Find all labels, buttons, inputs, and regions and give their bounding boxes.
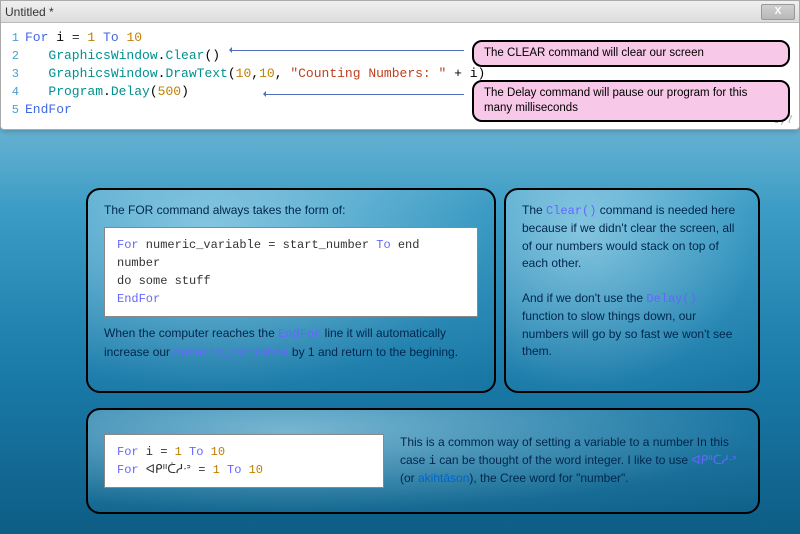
code-text: GraphicsWindow.DrawText(10,10, "Counting… xyxy=(25,65,485,83)
line-number: 1 xyxy=(1,29,25,47)
callout-clear: The CLEAR command will clear our screen xyxy=(472,40,790,67)
code-text: EndFor xyxy=(25,101,72,119)
code-example: For numeric_variable = start_number To e… xyxy=(104,227,478,317)
variable-explanation-panel: For i = 1 To 10 For ᐊᑭᐦᑖᓱᐧᐣ = 1 To 10 Th… xyxy=(86,408,760,514)
code-example: For i = 1 To 10 For ᐊᑭᐦᑖᓱᐧᐣ = 1 To 10 xyxy=(104,434,384,488)
line-number: 2 xyxy=(1,47,25,65)
window-title: Untitled * xyxy=(5,5,54,19)
line-number: 5 xyxy=(1,101,25,119)
panel-text: The FOR command always takes the form of… xyxy=(104,202,478,219)
code-text: Program.Delay(500) xyxy=(25,83,189,101)
panel-text: This is a common way of setting a variab… xyxy=(400,434,742,487)
line-number: 4 xyxy=(1,83,25,101)
titlebar: Untitled * X xyxy=(1,1,799,23)
panel-text: The Clear() command is needed here becau… xyxy=(522,202,742,273)
akihtason-link[interactable]: akihtāson xyxy=(418,471,469,485)
callout-delay: The Delay command will pause our program… xyxy=(472,80,790,122)
code-text: For i = 1 To 10 xyxy=(25,29,142,47)
code-text: GraphicsWindow.Clear() xyxy=(25,47,220,65)
panel-text: When the computer reaches the EndFor lin… xyxy=(104,325,478,362)
close-button[interactable]: X xyxy=(761,4,795,20)
panel-text: And if we don't use the Delay() function… xyxy=(522,290,742,361)
arrow-icon xyxy=(266,94,464,95)
for-explanation-panel: The FOR command always takes the form of… xyxy=(86,188,496,393)
line-number: 3 xyxy=(1,65,25,83)
clear-explanation-panel: The Clear() command is needed here becau… xyxy=(504,188,760,393)
arrow-icon xyxy=(232,50,464,51)
